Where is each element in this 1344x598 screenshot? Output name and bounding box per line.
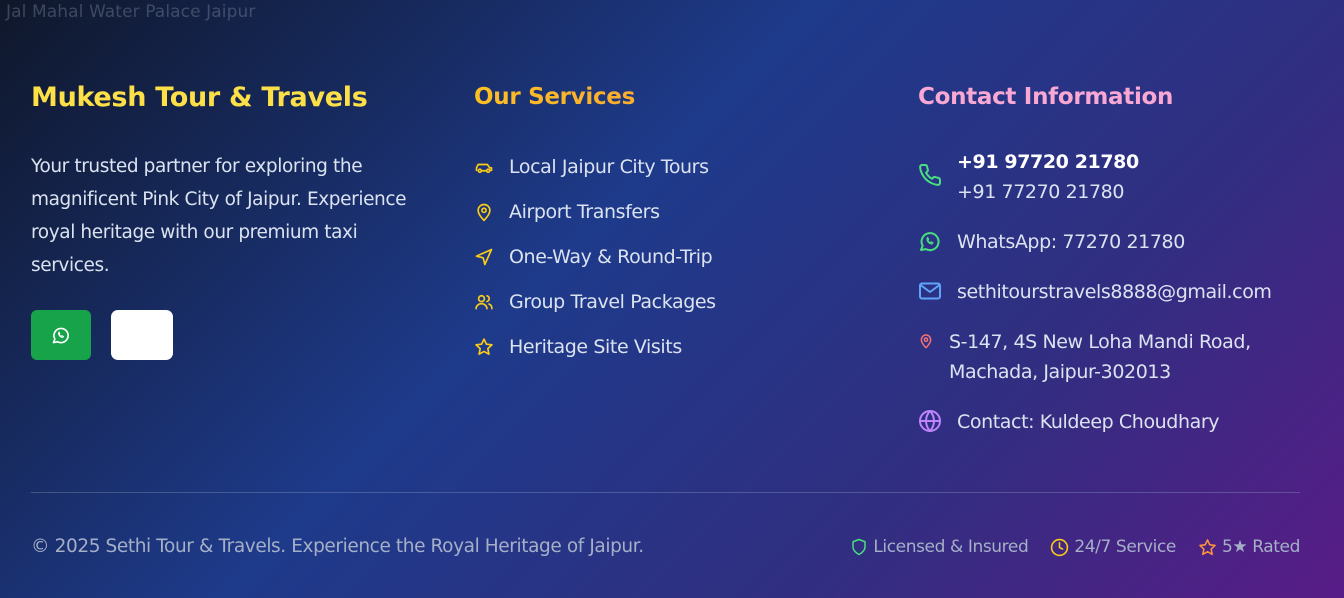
mail-icon <box>918 279 942 303</box>
contact-email[interactable]: sethitourstravels8888@gmail.com <box>918 277 1328 307</box>
service-item[interactable]: Local Jaipur City Tours <box>474 144 874 189</box>
services-list: Local Jaipur City Tours Airport Transfer… <box>474 144 874 369</box>
service-label: Group Travel Packages <box>509 290 716 313</box>
contact-phone: +91 97720 21780 +91 77270 21780 <box>918 147 1328 207</box>
contact-whatsapp[interactable]: WhatsApp: 77270 21780 <box>918 227 1328 257</box>
phone-icon <box>918 163 942 187</box>
badge-licensed: Licensed & Insured <box>850 537 1029 557</box>
phone-number-secondary[interactable]: +91 77270 21780 <box>957 177 1139 207</box>
site-footer: Jal Mahal Water Palace Jaipur Mukesh Tou… <box>0 0 1344 598</box>
footer-divider <box>31 492 1300 493</box>
service-label: Local Jaipur City Tours <box>509 155 709 178</box>
brand-description: Your trusted partner for exploring the m… <box>31 156 407 276</box>
contact-heading: Contact Information <box>918 84 1174 110</box>
service-item[interactable]: Heritage Site Visits <box>474 324 874 369</box>
brand-column: Mukesh Tour & Travels Your trusted partn… <box>31 80 421 360</box>
service-item[interactable]: One-Way & Round-Trip <box>474 234 874 279</box>
address-line-2: Machada, Jaipur-302013 <box>949 361 1171 383</box>
contact-list: +91 97720 21780 +91 77270 21780 WhatsApp… <box>918 147 1328 437</box>
social-button-blank[interactable] <box>111 310 173 360</box>
whatsapp-icon <box>52 327 69 344</box>
copyright-text: © 2025 Sethi Tour & Travels. Experience … <box>31 536 644 557</box>
car-icon <box>474 157 494 177</box>
background-image-alt-text: Jal Mahal Water Palace Jaipur <box>6 2 256 22</box>
badge-rated: 5★ Rated <box>1198 537 1300 557</box>
social-links <box>31 310 421 360</box>
trust-badges: Licensed & Insured 24/7 Service 5★ Rated <box>850 537 1300 557</box>
service-item[interactable]: Airport Transfers <box>474 189 874 234</box>
map-pin-icon <box>918 329 934 353</box>
contact-address: S-147, 4S New Loha Mandi Road, Machada, … <box>918 327 1328 387</box>
globe-icon <box>918 409 942 433</box>
shield-icon <box>852 538 867 556</box>
whatsapp-number: WhatsApp: 77270 21780 <box>957 231 1185 253</box>
star-icon <box>1199 538 1216 555</box>
services-heading: Our Services <box>474 80 874 114</box>
users-icon <box>474 292 494 312</box>
map-pin-icon <box>474 202 494 222</box>
address-line-1: S-147, 4S New Loha Mandi Road, <box>949 331 1251 353</box>
contact-person-name: Contact: Kuldeep Choudhary <box>957 411 1220 433</box>
whatsapp-icon <box>918 229 942 253</box>
brand-name: Mukesh Tour & Travels <box>31 82 368 113</box>
phone-numbers: +91 97720 21780 +91 77270 21780 <box>957 147 1139 207</box>
services-column: Our Services Local Jaipur City Tours Air… <box>474 80 874 369</box>
whatsapp-button[interactable] <box>31 310 91 360</box>
service-label: One-Way & Round-Trip <box>509 245 713 268</box>
phone-number-primary[interactable]: +91 97720 21780 <box>957 147 1139 177</box>
badge-label: Licensed & Insured <box>873 537 1029 557</box>
badge-label: 24/7 Service <box>1074 537 1176 557</box>
email-address: sethitourstravels8888@gmail.com <box>957 281 1272 303</box>
contact-person: Contact: Kuldeep Choudhary <box>918 407 1328 437</box>
service-label: Airport Transfers <box>509 200 660 223</box>
contact-column: Contact Information +91 97720 21780 +91 … <box>918 80 1328 437</box>
badge-label: 5★ Rated <box>1221 537 1300 557</box>
navigation-icon <box>474 247 494 267</box>
service-label: Heritage Site Visits <box>509 335 682 358</box>
star-icon <box>474 337 494 357</box>
badge-service: 24/7 Service <box>1050 537 1176 557</box>
address-text: S-147, 4S New Loha Mandi Road, Machada, … <box>949 327 1251 387</box>
service-item[interactable]: Group Travel Packages <box>474 279 874 324</box>
clock-icon <box>1051 538 1069 556</box>
